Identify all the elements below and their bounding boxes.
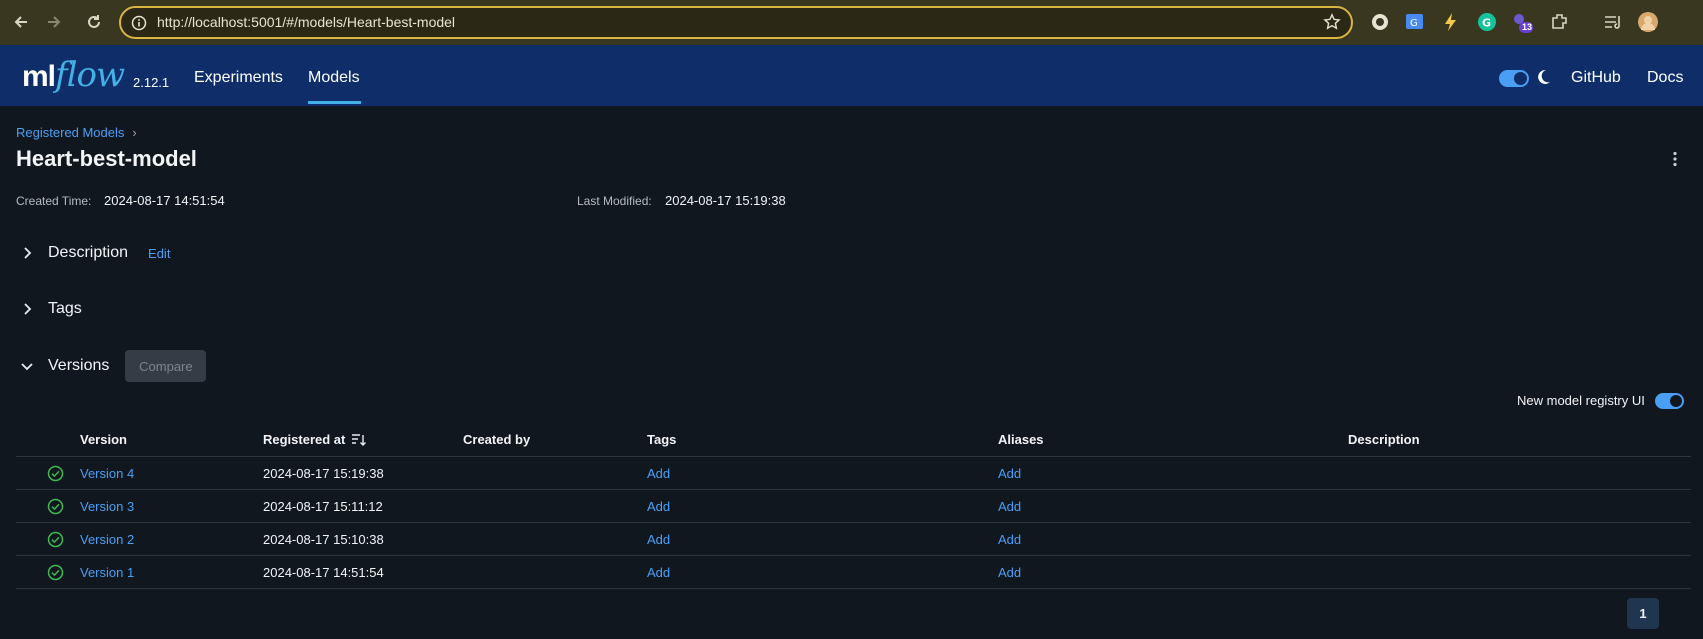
app-header: ml flow 2.12.1 Experiments Models GitHub…: [0, 45, 1703, 106]
browser-toolbar: http://localhost:5001/#/models/Heart-bes…: [0, 0, 1703, 45]
add-alias-link[interactable]: Add: [998, 499, 1021, 514]
status-ready-icon: [47, 531, 64, 548]
registered-at-cell: 2024-08-17 15:19:38: [263, 466, 384, 481]
reload-icon[interactable]: [82, 10, 106, 34]
page-title: Heart-best-model: [16, 146, 197, 171]
version-link[interactable]: Version 1: [80, 565, 134, 580]
moon-icon: [1538, 69, 1550, 84]
table-row: Version 2 2024-08-17 15:10:38 Add Add: [16, 523, 1691, 556]
last-modified-label: Last Modified:: [577, 194, 652, 208]
add-tag-link[interactable]: Add: [647, 565, 670, 580]
created-time-value: 2024-08-17 14:51:54: [104, 193, 225, 208]
theme-toggle[interactable]: [1499, 70, 1529, 87]
breadcrumb-registered-models[interactable]: Registered Models: [16, 125, 124, 140]
chevron-right-icon[interactable]: [20, 246, 34, 260]
tags-title: Tags: [48, 300, 82, 317]
pagination-page-1[interactable]: 1: [1627, 598, 1659, 629]
column-tags: Tags: [647, 432, 677, 447]
nav-models[interactable]: Models: [308, 69, 360, 87]
versions-section-header[interactable]: Versions Compare: [20, 350, 207, 382]
edit-description-link[interactable]: Edit: [148, 246, 170, 261]
add-tag-link[interactable]: Add: [647, 499, 670, 514]
version-link[interactable]: Version 3: [80, 499, 134, 514]
breadcrumb-chevron-icon: ›: [132, 125, 137, 140]
version-label: 2.12.1: [133, 75, 170, 90]
add-tag-link[interactable]: Add: [647, 532, 670, 547]
new-registry-ui-label: New model registry UI: [1517, 393, 1645, 408]
versions-title: Versions: [48, 357, 110, 374]
sort-descending-icon[interactable]: [351, 433, 367, 447]
description-title: Description: [48, 244, 129, 261]
svg-text:G: G: [1410, 18, 1418, 29]
logo-flow-text: flow: [55, 55, 125, 95]
add-alias-link[interactable]: Add: [998, 565, 1021, 580]
mlflow-logo[interactable]: ml flow: [22, 55, 125, 95]
url-text[interactable]: http://localhost:5001/#/models/Heart-bes…: [157, 14, 455, 30]
extension-badge-icon[interactable]: 13: [1511, 11, 1533, 33]
table-row: Version 3 2024-08-17 15:11:12 Add Add: [16, 490, 1691, 523]
version-link[interactable]: Version 2: [80, 532, 134, 547]
add-alias-link[interactable]: Add: [998, 466, 1021, 481]
registered-at-cell: 2024-08-17 15:10:38: [263, 532, 384, 547]
tags-section-header[interactable]: Tags: [20, 300, 82, 318]
grammarly-icon[interactable]: G: [1476, 11, 1498, 33]
lightning-extension-icon[interactable]: [1440, 11, 1462, 33]
column-created-by: Created by: [463, 432, 531, 447]
created-time-label: Created Time:: [16, 194, 92, 208]
translate-icon[interactable]: G: [1404, 11, 1426, 33]
add-tag-link[interactable]: Add: [647, 466, 670, 481]
profile-avatar-icon[interactable]: [1637, 11, 1659, 33]
table-row: Version 4 2024-08-17 15:19:38 Add Add: [16, 457, 1691, 490]
more-options-icon[interactable]: [1666, 150, 1684, 168]
site-info-icon[interactable]: [131, 15, 147, 31]
compare-button[interactable]: Compare: [125, 350, 207, 382]
column-registered-at[interactable]: Registered at: [263, 432, 367, 447]
reading-list-icon[interactable]: [1602, 11, 1624, 33]
status-ready-icon: [47, 564, 64, 581]
back-icon[interactable]: [9, 10, 33, 34]
table-header: Version Registered at Created by Tags Al…: [16, 423, 1691, 457]
bookmark-star-icon[interactable]: [1323, 13, 1341, 31]
registered-at-cell: 2024-08-17 15:11:12: [263, 499, 383, 514]
column-version: Version: [80, 432, 127, 447]
address-bar[interactable]: http://localhost:5001/#/models/Heart-bes…: [119, 6, 1353, 39]
password-manager-icon[interactable]: [1369, 11, 1391, 33]
docs-link[interactable]: Docs: [1647, 69, 1683, 87]
registered-at-cell: 2024-08-17 14:51:54: [263, 565, 384, 580]
github-link[interactable]: GitHub: [1571, 69, 1621, 87]
versions-table: Version Registered at Created by Tags Al…: [16, 423, 1691, 589]
status-ready-icon: [47, 498, 64, 515]
extensions-puzzle-icon[interactable]: [1549, 11, 1571, 33]
breadcrumb: Registered Models ›: [16, 125, 137, 140]
nav-experiments[interactable]: Experiments: [194, 69, 283, 87]
last-modified-value: 2024-08-17 15:19:38: [665, 193, 786, 208]
description-section-header[interactable]: Description Edit: [20, 244, 170, 262]
table-row: Version 1 2024-08-17 14:51:54 Add Add: [16, 556, 1691, 589]
column-aliases: Aliases: [998, 432, 1044, 447]
chevron-down-icon[interactable]: [20, 359, 34, 373]
svg-text:G: G: [1482, 17, 1491, 30]
status-ready-icon: [47, 465, 64, 482]
column-description: Description: [1348, 432, 1420, 447]
extension-badge-count: 13: [1522, 22, 1533, 32]
nav-active-indicator: [308, 101, 361, 104]
version-link[interactable]: Version 4: [80, 466, 134, 481]
new-registry-ui-toggle[interactable]: [1655, 393, 1684, 409]
logo-ml-text: ml: [22, 60, 56, 93]
chevron-right-icon[interactable]: [20, 302, 34, 316]
forward-icon[interactable]: [42, 10, 66, 34]
add-alias-link[interactable]: Add: [998, 532, 1021, 547]
